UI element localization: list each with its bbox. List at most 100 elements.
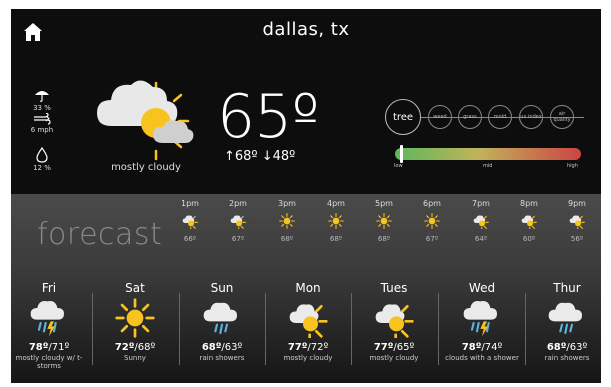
day-temps: 68º/63º xyxy=(180,342,264,353)
day-temps: 78º/71º xyxy=(11,342,91,353)
current-temperature: 65º xyxy=(217,82,320,152)
humidity-value: 12 % xyxy=(33,164,51,172)
day-name: Sat xyxy=(125,281,145,295)
hour-temp: 67º xyxy=(231,235,245,243)
day-description: mostly cloudy xyxy=(369,354,419,362)
day-name: Tues xyxy=(380,281,408,295)
hour-item[interactable]: 6pm 67º xyxy=(414,199,450,243)
day-high: 77º xyxy=(373,342,394,353)
hour-temp: 68º xyxy=(329,235,343,243)
scale-low-label: low xyxy=(394,163,403,169)
rain-icon xyxy=(180,298,264,338)
city-title[interactable]: dallas, tx xyxy=(11,19,601,40)
hour-time: 9pm xyxy=(568,199,586,208)
hour-item[interactable]: 4pm 68º xyxy=(318,199,354,243)
pollen-tree-button[interactable]: tree xyxy=(385,99,421,135)
hour-item[interactable]: 7pm 64º xyxy=(463,199,499,243)
partly-cloudy-icon xyxy=(266,298,350,338)
pollen-grass-button[interactable]: grass xyxy=(458,105,482,129)
partly-cloudy-icon xyxy=(352,298,436,338)
day-description: mostly cloudy xyxy=(283,354,333,362)
pollen-level-marker xyxy=(400,145,403,163)
day-item[interactable]: Fri 78º/71º mostly cloudy w/ t-storms xyxy=(11,281,91,370)
hour-item[interactable]: 5pm 68º xyxy=(366,199,402,243)
day-temps: 77º/72º xyxy=(266,342,350,353)
pollen-mold-button[interactable]: mold xyxy=(488,105,512,129)
thunderstorm-icon xyxy=(440,298,524,338)
day-item[interactable]: Wed 78º/74º clouds with a shower xyxy=(440,281,524,362)
hour-item[interactable]: 1pm 66º xyxy=(172,199,208,243)
day-item[interactable]: Thur 68º/63º rain showers xyxy=(525,281,601,362)
hour-temp: 68º xyxy=(377,235,391,243)
day-name: Mon xyxy=(295,281,321,295)
day-name: Wed xyxy=(468,281,496,295)
hour-temp: 60º xyxy=(522,235,536,243)
day-temps: 68º/63º xyxy=(525,342,601,353)
day-high: 72º xyxy=(114,342,135,353)
condition-text: mostly cloudy xyxy=(111,162,181,173)
day-low: /68º xyxy=(134,342,156,353)
hour-time: 5pm xyxy=(375,199,393,208)
sun-icon xyxy=(269,213,305,229)
scale-mid-label: mid xyxy=(483,163,493,169)
day-name: Thur xyxy=(553,281,581,295)
day-item[interactable]: Tues 77º/65º mostly cloudy xyxy=(352,281,436,362)
hour-temp: 64º xyxy=(474,235,488,243)
day-name: Sun xyxy=(210,281,234,295)
partly-cloudy-icon xyxy=(172,213,208,229)
precip-value: 33 % xyxy=(33,104,51,112)
hour-time: 6pm xyxy=(423,199,441,208)
hour-item[interactable]: 2pm 67º xyxy=(220,199,256,243)
hour-item[interactable]: 3pm 68º xyxy=(269,199,305,243)
umbrella-icon xyxy=(35,91,49,102)
weather-app: dallas, tx 33 % 6 mph 12 % mostly cloudy… xyxy=(11,9,601,383)
sun-icon xyxy=(414,213,450,229)
air-quality-button[interactable]: air quality xyxy=(550,105,574,129)
day-description: rain showers xyxy=(199,354,245,362)
day-item[interactable]: Sat 72º/68º Sunny xyxy=(93,281,177,362)
hour-temp: 67º xyxy=(425,235,439,243)
day-low: /65º xyxy=(393,342,415,353)
day-divider xyxy=(438,293,439,365)
hour-time: 4pm xyxy=(327,199,345,208)
hour-time: 1pm xyxy=(181,199,199,208)
day-description: rain showers xyxy=(544,354,590,362)
hour-time: 8pm xyxy=(520,199,538,208)
precip-metric: 33 % xyxy=(27,89,57,112)
day-name: Fri xyxy=(41,281,57,295)
day-high: 68º xyxy=(201,342,222,353)
partly-cloudy-icon xyxy=(220,213,256,229)
day-temps: 78º/74º xyxy=(440,342,524,353)
rain-icon xyxy=(525,298,601,338)
day-item[interactable]: Mon 77º/72º mostly cloudy xyxy=(266,281,350,362)
pollen-level-bar xyxy=(395,148,581,160)
day-description: Sunny xyxy=(124,354,146,362)
high-temp: ↑68º xyxy=(224,149,258,164)
hour-temp: 66º xyxy=(183,235,197,243)
day-low: /63º xyxy=(221,342,243,353)
day-item[interactable]: Sun 68º/63º rain showers xyxy=(180,281,264,362)
high-low: ↑68º ↓48º xyxy=(224,149,295,164)
hour-item[interactable]: 8pm 60º xyxy=(511,199,547,243)
drop-icon xyxy=(36,147,48,163)
hour-item[interactable]: 9pm 56º xyxy=(559,199,595,243)
day-high: 78º xyxy=(28,342,49,353)
partly-cloudy-icon xyxy=(559,213,595,229)
wind-value: 6 mph xyxy=(30,126,54,134)
hour-time: 2pm xyxy=(229,199,247,208)
partly-cloudy-icon xyxy=(511,213,547,229)
thunderstorm-icon xyxy=(11,298,91,338)
wind-icon xyxy=(34,113,51,125)
humidity-metric: 12 % xyxy=(27,147,57,172)
day-description: clouds with a shower xyxy=(445,354,519,362)
day-description: mostly cloudy w/ t-storms xyxy=(15,354,83,370)
low-temp: ↓48º xyxy=(261,149,296,164)
day-low: /71º xyxy=(48,342,70,353)
day-high: 68º xyxy=(546,342,567,353)
sun-icon xyxy=(318,213,354,229)
pollen-weed-button[interactable]: weed xyxy=(428,105,452,129)
sun-icon xyxy=(93,298,177,338)
uv-index-button[interactable]: uv index xyxy=(519,105,543,129)
day-low: /74º xyxy=(481,342,503,353)
day-high: 78º xyxy=(461,342,482,353)
